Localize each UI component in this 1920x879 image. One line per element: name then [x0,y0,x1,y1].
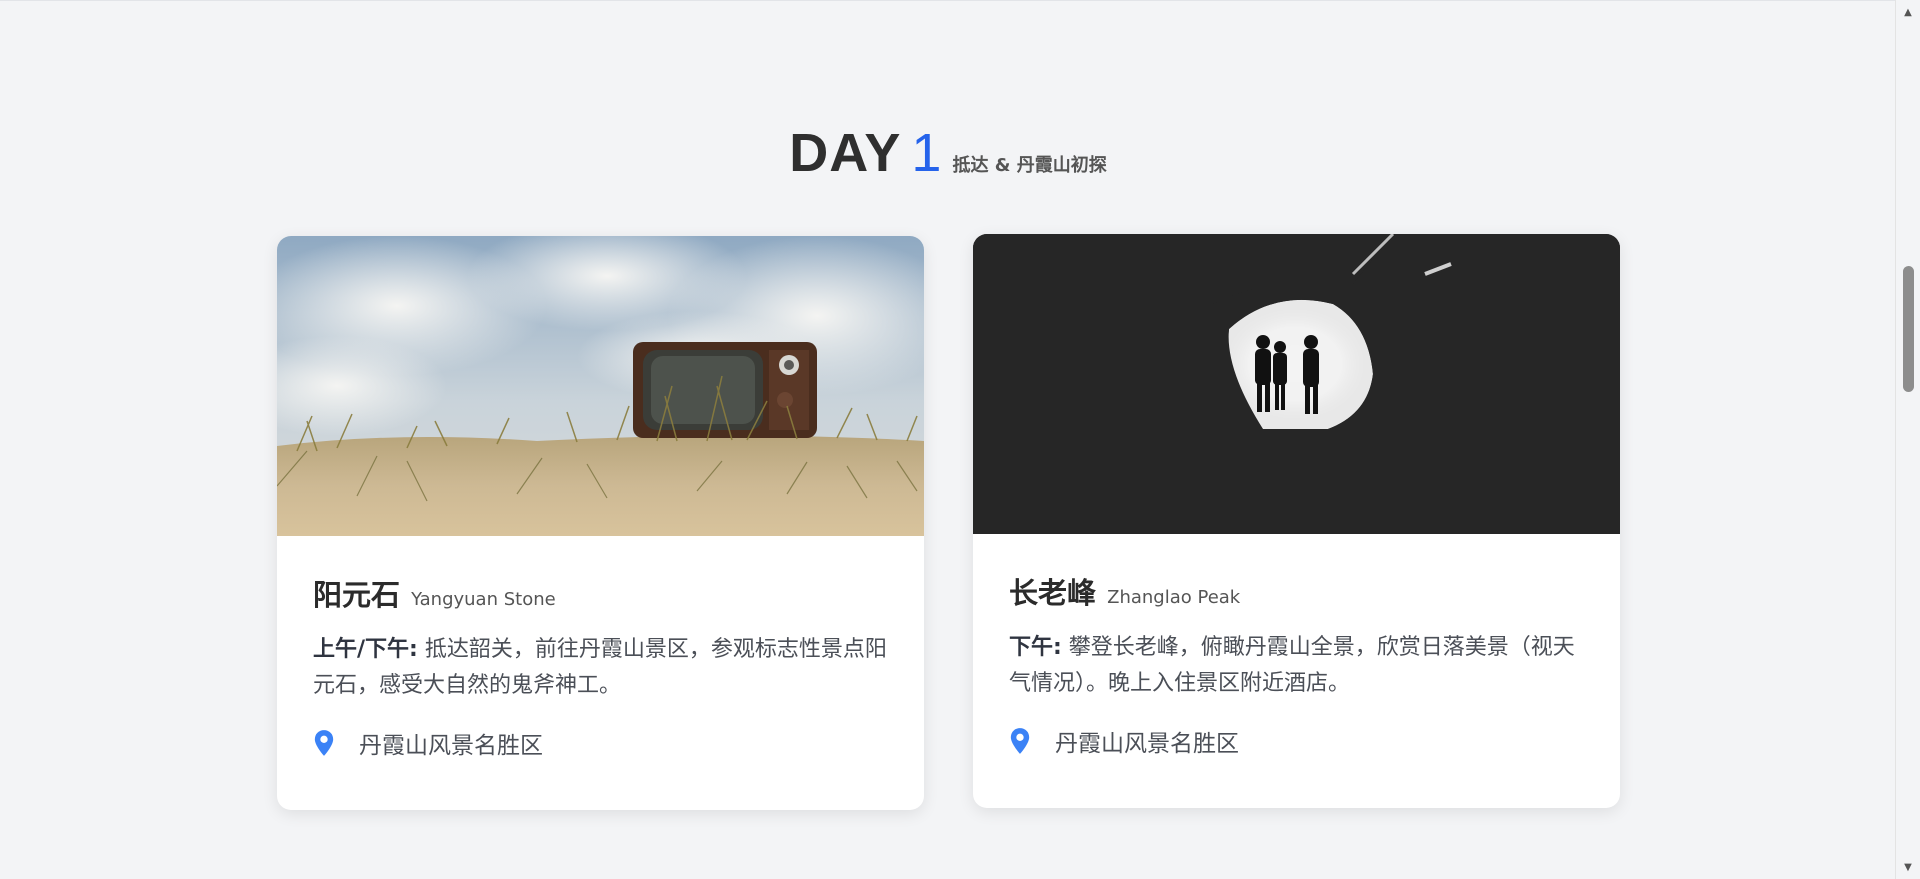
card-title: 长老峰 [1009,576,1097,610]
card-title: 阳元石 [313,578,401,612]
card-location: 丹霞山风景名胜区 [1009,724,1584,758]
day-number: 1 [911,123,942,183]
vertical-scrollbar[interactable]: ▲ ▼ [1895,0,1920,879]
location-text: 丹霞山风景名胜区 [1055,731,1239,757]
card-title-english: Zhanglao Peak [1107,587,1241,608]
day-header: DAY 1 抵达 & 丹霞山初探 [0,122,1896,184]
attraction-card-zhanglao[interactable]: 长老峰 Zhanglao Peak 下午: 攀登长老峰，俯瞰丹霞山全景，欣赏日落… [973,234,1620,808]
scroll-up-arrow-icon[interactable]: ▲ [1896,5,1920,21]
map-pin-icon [1010,728,1030,754]
location-text: 丹霞山风景名胜区 [359,733,543,759]
card-image [973,234,1620,534]
day-label: DAY [789,123,902,183]
top-divider [0,0,1896,1]
day-subtitle: 抵达 & 丹霞山初探 [952,155,1107,176]
card-body: 阳元石 Yangyuan Stone 上午/下午: 抵达韶关，前往丹霞山景区，参… [277,536,924,760]
description-text: 攀登长老峰，俯瞰丹霞山全景，欣赏日落美景（视天气情况）。晚上入住景区附近酒店。 [1009,635,1575,696]
scroll-down-arrow-icon[interactable]: ▼ [1896,860,1920,876]
attraction-card-yangyuan[interactable]: 阳元石 Yangyuan Stone 上午/下午: 抵达韶关，前往丹霞山景区，参… [277,236,924,810]
time-label: 下午: [1009,635,1062,660]
card-image [277,236,924,536]
card-description: 上午/下午: 抵达韶关，前往丹霞山景区，参观标志性景点阳元石，感受大自然的鬼斧神… [313,632,888,704]
card-title-row: 阳元石 Yangyuan Stone [313,572,888,614]
time-label: 上午/下午: [313,637,418,662]
card-body: 长老峰 Zhanglao Peak 下午: 攀登长老峰，俯瞰丹霞山全景，欣赏日落… [973,534,1620,758]
card-title-row: 长老峰 Zhanglao Peak [1009,570,1584,612]
card-location: 丹霞山风景名胜区 [313,726,888,760]
card-description: 下午: 攀登长老峰，俯瞰丹霞山全景，欣赏日落美景（视天气情况）。晚上入住景区附近… [1009,630,1584,702]
map-pin-icon [314,730,334,756]
card-title-english: Yangyuan Stone [411,589,556,610]
page: DAY 1 抵达 & 丹霞山初探 阳元石 Yangyuan Stone 上午/下… [0,0,1920,879]
scroll-thumb[interactable] [1903,266,1914,392]
